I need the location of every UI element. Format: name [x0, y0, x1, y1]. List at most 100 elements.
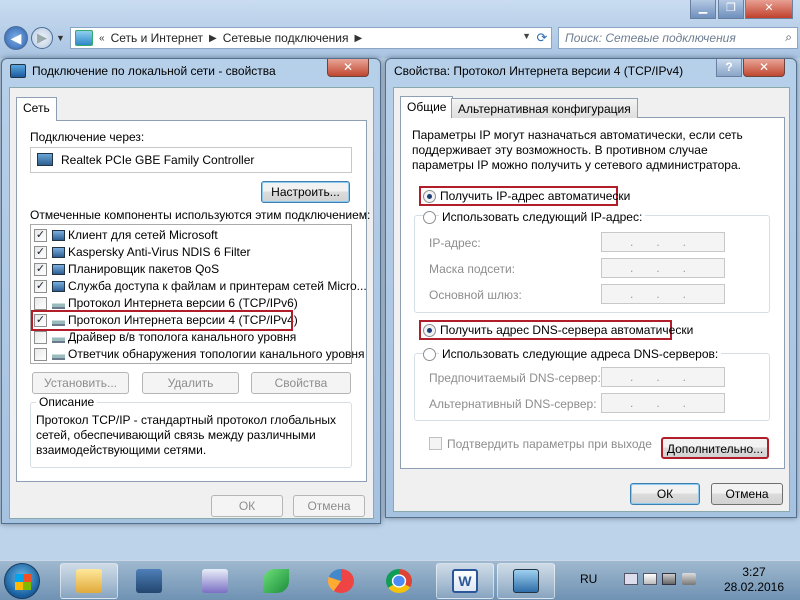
remove-button[interactable]: Удалить	[142, 372, 239, 394]
dialog-title: Подключение по локальной сети - свойства	[10, 64, 276, 78]
protocol-icon	[52, 332, 65, 343]
taskbar-network[interactable]	[497, 563, 555, 599]
dns-manual-radio[interactable]	[423, 348, 436, 361]
address-bar[interactable]: « Сеть и Интернет ▶ Сетевые подключения …	[70, 27, 552, 49]
gateway-label: Основной шлюз:	[429, 288, 522, 302]
action-center-icon[interactable]	[643, 573, 657, 585]
search-icon[interactable]: ⌕	[785, 30, 792, 45]
windows-logo-icon	[15, 574, 31, 590]
subnet-mask-label: Маска подсети:	[429, 262, 516, 276]
close-button[interactable]: ✕	[327, 59, 369, 77]
tab-label: Альтернативная конфигурация	[458, 102, 631, 116]
validate-checkbox[interactable]	[429, 437, 442, 450]
taskbar-app[interactable]	[247, 563, 305, 599]
clock-date: 28.02.2016	[723, 580, 785, 594]
breadcrumb-item[interactable]: Сетевые подключения	[223, 31, 349, 45]
dns-alternate-label: Альтернативный DNS-сервер:	[429, 397, 597, 411]
tab-label: Сеть	[23, 101, 50, 115]
component-row[interactable]: Ответчик обнаружения топологии канальног…	[31, 346, 365, 363]
tab-general[interactable]: Общие	[400, 96, 454, 118]
ip-auto-radio[interactable]	[423, 190, 436, 203]
component-checkbox[interactable]	[34, 331, 47, 344]
address-dropdown-icon[interactable]: ▼	[522, 31, 531, 41]
info-text: Параметры IP могут назначаться автоматич…	[412, 128, 743, 172]
ip-auto-label[interactable]: Получить IP-адрес автоматически	[440, 189, 630, 203]
search-input[interactable]: Поиск: Сетевые подключения ⌕	[558, 27, 798, 49]
component-row[interactable]: ✓ Служба доступа к файлам и принтерам сет…	[31, 278, 367, 295]
advanced-button[interactable]: Дополнительно...	[661, 437, 769, 459]
taskbar-app[interactable]	[186, 563, 244, 599]
start-button[interactable]	[4, 563, 40, 599]
properties-button[interactable]: Свойства	[251, 372, 351, 394]
clock[interactable]: 3:27 28.02.2016	[716, 565, 792, 595]
gateway-field[interactable]: ...	[601, 284, 725, 304]
forward-button[interactable]: ▶	[31, 27, 53, 49]
component-row[interactable]: ✓ Планировщик пакетов QoS	[31, 261, 351, 278]
dns-manual-label[interactable]: Использовать следующие адреса DNS-сервер…	[439, 347, 722, 361]
dns-alternate-field[interactable]: ...	[601, 393, 725, 413]
description-text: Протокол TCP/IP - стандартный протокол г…	[36, 413, 336, 457]
taskbar-app[interactable]	[120, 563, 178, 599]
close-button[interactable]: ✕	[743, 59, 785, 77]
ok-button[interactable]: ОК	[211, 495, 283, 517]
install-button[interactable]: Установить...	[32, 372, 129, 394]
ip-manual-label[interactable]: Использовать следующий IP-адрес:	[439, 210, 646, 224]
ip-address-field[interactable]: ...	[601, 232, 725, 252]
tab-network[interactable]: Сеть	[16, 97, 57, 121]
subnet-mask-field[interactable]: ...	[601, 258, 725, 278]
recent-pages-dropdown-icon[interactable]: ▼	[56, 33, 65, 43]
flag-icon[interactable]	[624, 573, 638, 585]
component-row[interactable]: ✓ Kaspersky Anti-Virus NDIS 6 Filter	[31, 244, 351, 261]
ip-manual-radio[interactable]	[423, 211, 436, 224]
close-button[interactable]: ✕	[745, 0, 793, 19]
ipv4-properties-dialog: Свойства: Протокол Интернета версии 4 (T…	[385, 58, 797, 518]
cancel-button[interactable]: Отмена	[293, 495, 365, 517]
network-icon[interactable]	[662, 573, 676, 585]
component-row[interactable]: Драйвер в/в тополога канального уровня	[31, 329, 351, 346]
dns-preferred-field[interactable]: ...	[601, 367, 725, 387]
breadcrumb-separator-icon[interactable]: «	[99, 33, 105, 44]
taskbar-chrome[interactable]	[370, 563, 428, 599]
validate-label[interactable]: Подтвердить параметры при выходе	[447, 437, 652, 451]
dns-preferred-label: Предпочитаемый DNS-сервер:	[429, 371, 601, 385]
component-checkbox[interactable]: ✓	[34, 229, 47, 242]
breadcrumb-item[interactable]: Сеть и Интернет	[111, 31, 203, 45]
component-label: Ответчик обнаружения топологии канальног…	[68, 347, 365, 361]
cancel-button[interactable]: Отмена	[711, 483, 783, 505]
breadcrumb-separator-icon[interactable]: ▶	[209, 33, 217, 44]
breadcrumb-separator-icon[interactable]: ▶	[354, 33, 362, 44]
component-row[interactable]: ✓ Протокол Интернета версии 4 (TCP/IPv4)	[31, 310, 351, 331]
tab-alternate-config[interactable]: Альтернативная конфигурация	[451, 98, 638, 118]
component-label: Драйвер в/в тополога канального уровня	[68, 330, 297, 344]
volume-icon[interactable]	[682, 573, 696, 585]
refresh-icon[interactable]: ⟳	[532, 28, 552, 48]
dns-auto-label[interactable]: Получить адрес DNS-сервера автоматически	[440, 323, 693, 337]
dns-auto-radio[interactable]	[423, 324, 436, 337]
network-service-icon	[52, 264, 65, 275]
minimize-button[interactable]: ▁	[690, 0, 716, 19]
dialog-title: Свойства: Протокол Интернета версии 4 (T…	[394, 64, 683, 78]
configure-button[interactable]: Настроить...	[261, 181, 350, 203]
lan-properties-dialog: Подключение по локальной сети - свойства…	[1, 58, 381, 524]
ok-button[interactable]: ОК	[630, 483, 700, 505]
component-label: Протокол Интернета версии 6 (TCP/IPv6)	[68, 296, 298, 310]
maximize-button[interactable]: ❐	[718, 0, 744, 19]
back-button[interactable]: ◀	[4, 26, 28, 50]
components-label: Отмеченные компоненты используются этим …	[30, 208, 371, 222]
component-checkbox[interactable]: ✓	[34, 246, 47, 259]
component-label: Планировщик пакетов QoS	[68, 262, 220, 276]
component-checkbox[interactable]: ✓	[34, 280, 47, 293]
component-checkbox[interactable]	[34, 348, 47, 361]
language-indicator[interactable]: RU	[580, 572, 597, 586]
taskbar-word[interactable]: W	[436, 563, 494, 599]
component-row[interactable]: ✓ Клиент для сетей Microsoft	[31, 227, 351, 244]
network-client-icon	[52, 230, 65, 241]
ip-address-label: IP-адрес:	[429, 236, 481, 250]
search-placeholder: Поиск: Сетевые подключения	[565, 31, 736, 45]
taskbar-explorer[interactable]	[60, 563, 118, 599]
taskbar-app[interactable]	[312, 563, 370, 599]
clock-time: 3:27	[742, 565, 766, 579]
help-button[interactable]: ?	[716, 59, 742, 77]
component-checkbox[interactable]	[34, 297, 47, 310]
component-checkbox[interactable]: ✓	[34, 263, 47, 276]
